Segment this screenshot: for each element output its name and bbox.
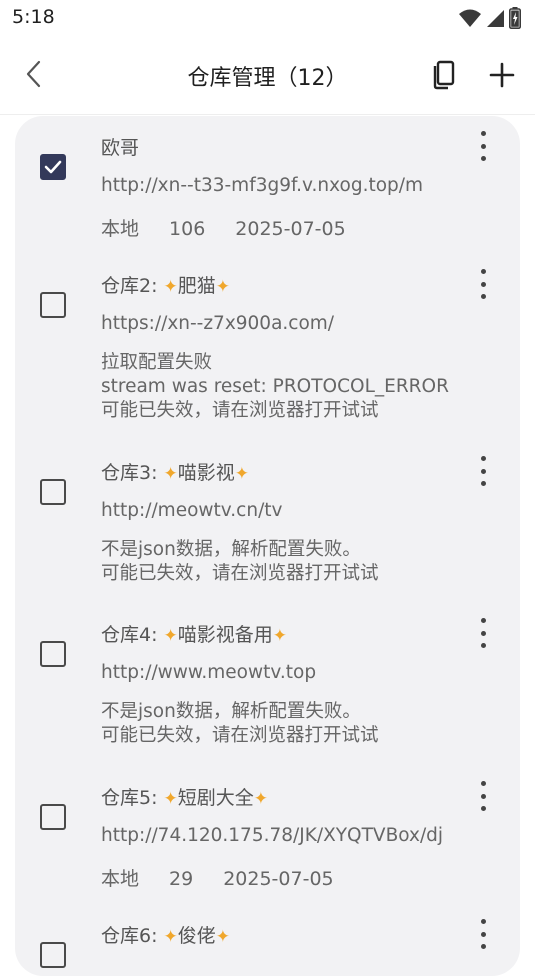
- more-icon-dot: [480, 143, 486, 149]
- item-name-prefix: 仓库5:: [101, 787, 164, 809]
- copy-button[interactable]: [426, 56, 460, 94]
- error-line: stream was reset: PROTOCOL_ERROR: [101, 376, 449, 397]
- more-icon: [480, 269, 486, 274]
- more-icon-dot: [480, 481, 486, 486]
- item-url: http://xn--t33-mf3g9f.v.nxog.top/m: [101, 175, 424, 196]
- item-meta: 本地 29 2025-07-05: [101, 864, 364, 891]
- item-name-prefix: 仓库2:: [101, 275, 164, 297]
- item-name: 仓库4: ✦喵影视备用✦: [101, 620, 287, 647]
- item-meta: 本地 106 2025-07-05: [101, 214, 376, 241]
- repo-list: 欧哥 http://xn--t33-mf3g9f.v.nxog.top/m 本地…: [15, 116, 520, 976]
- star-icon: ✦: [215, 277, 231, 297]
- item-url: https://xn--z7x900a.com/: [101, 313, 335, 334]
- error-line: 不是json数据，解析配置失败。: [101, 539, 361, 560]
- more-button[interactable]: [473, 456, 493, 486]
- item-date: 2025-07-05: [235, 218, 346, 240]
- status-icons: [459, 7, 521, 29]
- check-icon: [44, 160, 62, 174]
- star-icon: ✦: [163, 277, 178, 297]
- item-name: 仓库3: ✦喵影视✦: [101, 458, 249, 485]
- item-checkbox[interactable]: [40, 292, 66, 318]
- item-name-prefix: 仓库4:: [101, 624, 164, 646]
- star-icon: ✦: [163, 626, 178, 646]
- item-source: 本地: [101, 218, 140, 240]
- more-icon-dot: [480, 281, 486, 287]
- star-icon: ✦: [163, 464, 178, 484]
- star-icon: ✦: [163, 927, 178, 947]
- item-url: http://74.120.175.78/JK/XYQTVBox/dj: [101, 825, 444, 846]
- item-checkbox[interactable]: [40, 804, 66, 830]
- error-line: 可能已失效，请在浏览器打开试试: [101, 725, 379, 746]
- app-bar: 仓库管理（12）: [0, 36, 535, 115]
- more-icon-dot: [480, 944, 486, 949]
- more-icon-dot: [480, 643, 486, 648]
- star-icon: ✦: [272, 626, 288, 646]
- item-count: 29: [169, 868, 194, 890]
- item-name-core: 短剧大全: [177, 787, 254, 809]
- item-url: http://www.meowtv.top: [101, 662, 317, 683]
- wifi-icon: [459, 9, 481, 27]
- status-time: 5:18: [12, 6, 55, 28]
- star-icon: ✦: [253, 789, 269, 809]
- item-name-core: 喵影视备用: [177, 624, 273, 646]
- more-icon-dot: [480, 793, 486, 799]
- more-icon-dot: [480, 468, 486, 474]
- battery-icon: [509, 7, 521, 29]
- item-error: 不是json数据，解析配置失败。 可能已失效，请在浏览器打开试试: [101, 538, 379, 586]
- plus-icon: [489, 62, 515, 88]
- item-url: http://meowtv.cn/tv: [101, 500, 283, 521]
- error-line: 可能已失效，请在浏览器打开试试: [101, 563, 379, 584]
- item-name: 仓库5: ✦短剧大全✦: [101, 783, 268, 810]
- item-date: 2025-07-05: [223, 868, 334, 890]
- item-name-prefix: 仓库3:: [101, 462, 164, 484]
- status-bar: 5:18: [0, 0, 535, 36]
- item-name: 欧哥: [101, 137, 140, 159]
- item-checkbox[interactable]: [40, 641, 66, 667]
- item-name: 仓库2: ✦肥猫✦: [101, 271, 230, 298]
- item-name-core: 喵影视: [177, 462, 235, 484]
- item-name: 仓库6: ✦俊佬✦: [101, 921, 230, 948]
- item-name-core: 肥猫: [177, 275, 216, 297]
- more-icon: [480, 456, 486, 461]
- item-error: 不是json数据，解析配置失败。 可能已失效，请在浏览器打开试试: [101, 700, 379, 748]
- star-icon: ✦: [234, 464, 250, 484]
- item-checkbox[interactable]: [40, 154, 66, 180]
- more-button[interactable]: [473, 269, 493, 299]
- error-line: 拉取配置失败: [101, 352, 213, 373]
- copy-icon: [433, 60, 455, 90]
- item-checkbox[interactable]: [40, 479, 66, 505]
- signal-icon: [487, 10, 504, 27]
- more-button[interactable]: [473, 919, 493, 949]
- more-icon-dot: [480, 156, 486, 161]
- more-icon: [480, 919, 486, 924]
- more-icon: [480, 781, 486, 786]
- more-button[interactable]: [473, 781, 493, 811]
- star-icon: ✦: [215, 927, 231, 947]
- more-icon-dot: [480, 630, 486, 636]
- more-icon-dot: [480, 931, 486, 937]
- more-icon-dot: [480, 806, 486, 811]
- item-checkbox[interactable]: [40, 942, 66, 968]
- item-source: 本地: [101, 868, 140, 890]
- item-count: 106: [169, 218, 206, 240]
- more-button[interactable]: [473, 618, 493, 648]
- item-name-core: 俊佬: [177, 925, 216, 947]
- error-line: 可能已失效，请在浏览器打开试试: [101, 400, 379, 421]
- more-icon: [480, 618, 486, 623]
- more-button[interactable]: [473, 131, 493, 161]
- more-icon: [480, 131, 486, 136]
- item-name-prefix: 仓库6:: [101, 925, 164, 947]
- add-button[interactable]: [484, 56, 520, 94]
- error-line: 不是json数据，解析配置失败。: [101, 701, 361, 722]
- more-icon-dot: [480, 294, 486, 299]
- item-error: 拉取配置失败 stream was reset: PROTOCOL_ERROR …: [101, 351, 449, 423]
- star-icon: ✦: [163, 789, 178, 809]
